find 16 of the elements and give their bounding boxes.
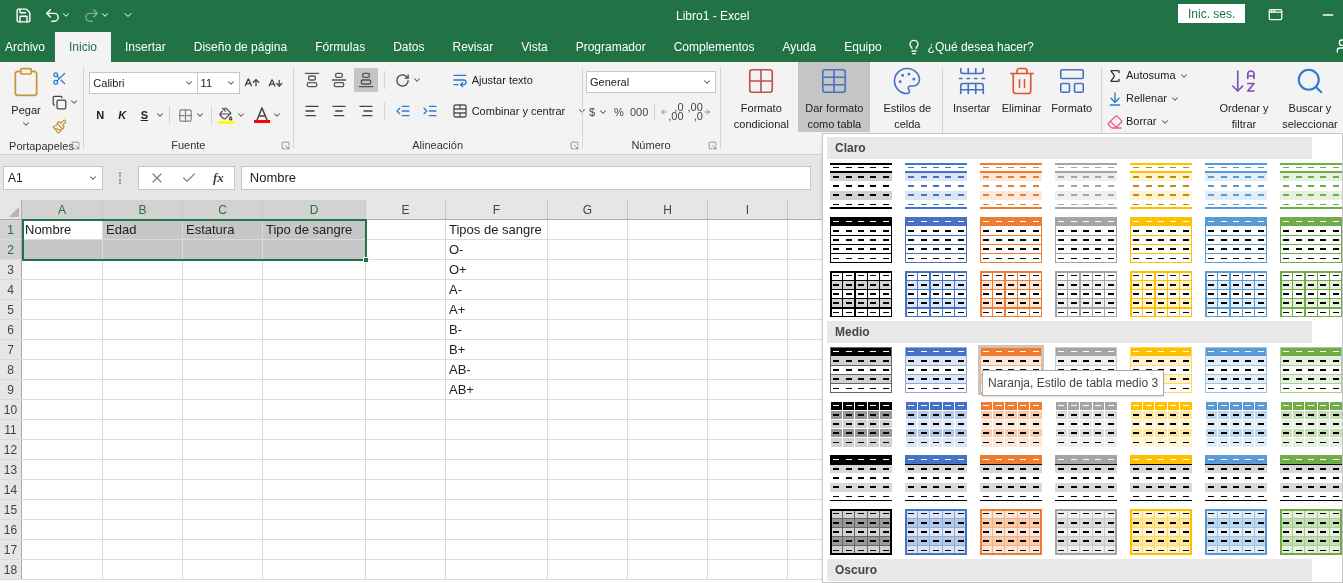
section-header: Claro (827, 137, 1312, 159)
group-label: Alineación (412, 140, 464, 152)
grid-cell: O- (446, 240, 548, 259)
group-label: Fuente (171, 140, 206, 152)
section-header: Oscuro (827, 559, 1312, 581)
grid-cell: AB- (446, 360, 548, 379)
grid-cell: Tipos de sangre (446, 220, 548, 239)
grid-cell: O+ (446, 260, 548, 279)
group-label: Número (631, 140, 671, 152)
window-title: Libro1 - Excel (676, 8, 750, 25)
grid-cell: AB+ (446, 380, 548, 399)
grid-cell: A+ (446, 300, 548, 319)
tooltip: Naranja, Estilo de tabla medio 3 (982, 370, 1165, 396)
section-header: Medio (827, 321, 1312, 343)
grid-cell: A- (446, 280, 548, 299)
group-label: Portapapeles (9, 140, 74, 152)
